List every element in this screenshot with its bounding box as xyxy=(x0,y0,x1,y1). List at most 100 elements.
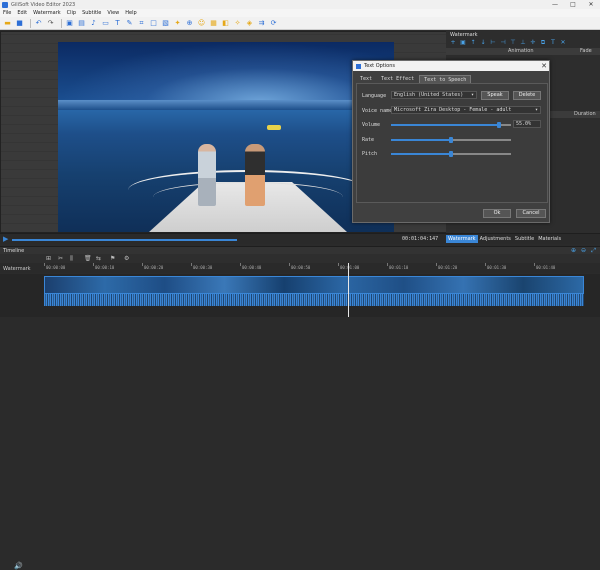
subtitle-icon[interactable]: ▭ xyxy=(101,19,110,28)
brush-icon[interactable]: ✎ xyxy=(125,19,134,28)
yellow-boat xyxy=(267,125,281,130)
video-frame[interactable] xyxy=(58,42,394,232)
minimize-button[interactable]: — xyxy=(546,0,564,9)
horizon xyxy=(58,100,394,110)
ruler-label: 00:01:20 xyxy=(438,265,458,270)
dialog-title: Text Options xyxy=(364,63,395,69)
ruler-tick xyxy=(240,263,241,266)
rate-handle[interactable] xyxy=(449,137,453,143)
pitch-handle[interactable] xyxy=(449,151,453,157)
split-icon[interactable]: ⫼ xyxy=(70,254,73,263)
menu-file[interactable]: File xyxy=(3,10,11,16)
music-icon[interactable]: ♪ xyxy=(89,19,98,28)
text-tool-icon[interactable]: T xyxy=(549,39,557,46)
dialog-close-button[interactable]: ✕ xyxy=(541,61,547,71)
dialog-title-bar: Text Options xyxy=(353,61,549,71)
ruler-tick xyxy=(485,263,486,266)
volume-value[interactable]: 55.0% xyxy=(513,120,541,128)
ruler-label: 00:00:00 xyxy=(46,265,66,270)
align-top-icon[interactable]: ⊤ xyxy=(509,39,517,46)
zoom-icon[interactable]: ⊕ xyxy=(185,19,194,28)
transition-tool-icon[interactable]: ⇆ xyxy=(96,254,101,263)
add-text-icon[interactable]: + xyxy=(449,39,457,46)
transition-icon[interactable]: ◧ xyxy=(221,19,230,28)
crop-icon[interactable]: ⌗ xyxy=(137,19,146,28)
menu-clip[interactable]: Clip xyxy=(67,10,76,16)
ruler-label: 00:01:10 xyxy=(389,265,409,270)
chevron-down-icon: ▾ xyxy=(534,107,538,113)
cut-icon[interactable]: ✂ xyxy=(58,254,63,263)
sky xyxy=(58,42,394,102)
copy-icon[interactable]: ⧉ xyxy=(539,39,547,46)
language-select[interactable]: English (United States) ▾ xyxy=(391,91,477,99)
ruler-tick xyxy=(44,263,45,266)
title-bar: GiliSoft Video Editor 2023 — □ ✕ xyxy=(0,0,600,9)
text-icon[interactable]: T xyxy=(113,19,122,28)
watermark-list-header: Animation Fade xyxy=(446,48,600,55)
text-options-dialog: Text Options ✕ Text Text Effect Text to … xyxy=(352,60,550,223)
timeline-ruler[interactable]: 00:00:00 00:00:10 00:00:20 00:00:30 00:00:40… xyxy=(0,263,600,273)
star-icon[interactable]: ✦ xyxy=(173,19,182,28)
ruler-tick xyxy=(191,263,192,266)
menu-help[interactable]: Help xyxy=(125,10,136,16)
ruler-tick xyxy=(93,263,94,266)
settings-icon[interactable]: ⚙ xyxy=(124,254,129,263)
filter-icon[interactable]: ◈ xyxy=(245,19,254,28)
menu-edit[interactable]: Edit xyxy=(17,10,27,16)
marker-icon[interactable]: ⚑ xyxy=(110,254,115,263)
playhead[interactable] xyxy=(348,263,349,317)
person-with-camera xyxy=(245,144,265,206)
speed-icon[interactable]: ⇉ xyxy=(257,19,266,28)
move-down-icon[interactable]: ↓ xyxy=(479,39,487,46)
tab-adjustments[interactable]: Adjustments xyxy=(478,235,513,243)
video-clip[interactable] xyxy=(44,276,584,294)
speaker-icon[interactable]: 🔊 xyxy=(14,562,23,570)
image-icon[interactable]: ▤ xyxy=(77,19,86,28)
rotate-icon[interactable]: ⟳ xyxy=(269,19,278,28)
video-icon[interactable]: ▣ xyxy=(65,19,74,28)
app-icon xyxy=(2,1,8,8)
cancel-button[interactable]: Cancel xyxy=(516,209,546,218)
ruler-tick xyxy=(338,263,339,266)
move-up-icon[interactable]: ↑ xyxy=(469,39,477,46)
ruler-label: 00:00:10 xyxy=(95,265,115,270)
delete-button[interactable]: Delete xyxy=(513,91,541,100)
menu-watermark[interactable]: Watermark xyxy=(33,10,61,16)
add-image-icon[interactable]: ▣ xyxy=(459,39,467,46)
maximize-button[interactable]: □ xyxy=(564,0,582,9)
ok-button[interactable]: Ok xyxy=(483,209,511,218)
delete-icon[interactable]: ✕ xyxy=(559,39,567,46)
watermark-tools: + ▣ ↑ ↓ ⊢ ⊣ ⊤ ⊥ ✛ ⧉ T ✕ xyxy=(449,39,599,48)
pitch-slider[interactable] xyxy=(391,151,511,157)
save-icon[interactable]: ■ xyxy=(15,19,24,28)
seek-bar[interactable] xyxy=(12,239,237,241)
mosaic-icon[interactable]: ▦ xyxy=(209,19,218,28)
rate-slider[interactable] xyxy=(391,137,511,143)
volume-handle[interactable] xyxy=(497,122,501,128)
col-fade: Fade xyxy=(580,48,592,54)
image-overlay-icon[interactable]: ▧ xyxy=(161,19,170,28)
delete-clip-icon[interactable]: 🗑 xyxy=(84,254,92,263)
speak-button[interactable]: Speak xyxy=(481,91,509,100)
close-button[interactable]: ✕ xyxy=(582,0,600,9)
tab-subtitle[interactable]: Subtitle xyxy=(513,235,536,243)
align-bottom-icon[interactable]: ⊥ xyxy=(519,39,527,46)
tab-watermark[interactable]: Watermark xyxy=(446,235,478,243)
audio-waveform xyxy=(44,294,584,306)
center-icon[interactable]: ✛ xyxy=(529,39,537,46)
sticker-icon[interactable]: ☺ xyxy=(197,19,206,28)
undo-icon[interactable]: ↶ xyxy=(34,19,43,28)
add-media-icon[interactable]: ⊞ xyxy=(46,254,51,263)
redo-icon[interactable]: ↷ xyxy=(46,19,55,28)
volume-slider[interactable] xyxy=(391,122,511,128)
menu-view[interactable]: View xyxy=(107,10,119,16)
menu-subtitle[interactable]: Subtitle xyxy=(82,10,101,16)
effect-icon[interactable]: ✧ xyxy=(233,19,242,28)
folder-icon[interactable]: ▬ xyxy=(3,19,12,28)
tab-materials[interactable]: Materials xyxy=(536,235,563,243)
align-left-icon[interactable]: ⊢ xyxy=(489,39,497,46)
play-icon[interactable]: ▶ xyxy=(3,236,8,243)
rectangle-icon[interactable]: □ xyxy=(149,19,158,28)
voice-select[interactable]: Microsoft Zira Desktop - Female - adult … xyxy=(391,106,541,114)
align-right-icon[interactable]: ⊣ xyxy=(499,39,507,46)
